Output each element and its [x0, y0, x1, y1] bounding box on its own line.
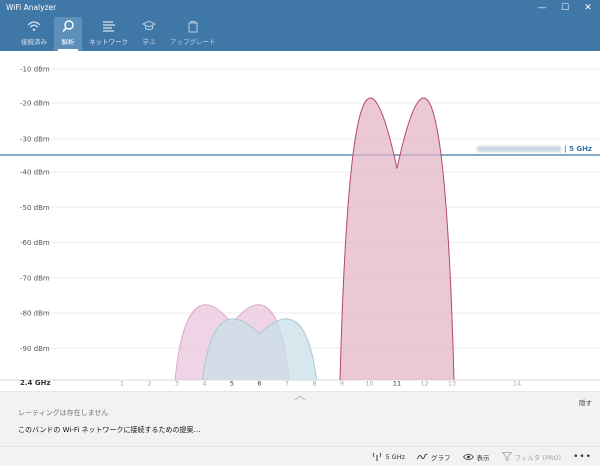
band-5ghz-text: | 5 GHz	[564, 145, 592, 153]
y-tick-label: -60 dBm	[20, 239, 50, 247]
x-tick-label: 2	[147, 380, 151, 388]
x-tick-label: 10	[365, 380, 373, 388]
search-icon	[61, 17, 75, 35]
nav-bar: 接続済み 解析 ネットワーク 学ぶ アップグレード	[14, 17, 223, 51]
filter-icon	[501, 452, 512, 461]
blurred-network-name	[477, 146, 562, 152]
upgrade-icon	[187, 17, 199, 35]
y-tick-label: -10 dBm	[20, 66, 50, 74]
tab-learn[interactable]: 学ぶ	[135, 17, 163, 51]
view-button[interactable]: 表示	[462, 452, 490, 462]
signal-chart: -10 dBm -20 dBm -30 dBm -40 dBm -50 dBm -60 d…	[0, 51, 600, 391]
tab-connected[interactable]: 接続済み	[14, 17, 54, 51]
tab-label: 接続済み	[21, 38, 47, 46]
graph-label: グラフ	[431, 453, 451, 462]
y-tick-label: -40 dBm	[20, 169, 50, 177]
chevron-up-icon[interactable]	[294, 394, 306, 402]
minimize-button[interactable]: —	[532, 0, 552, 15]
tab-label: 学ぶ	[142, 38, 156, 46]
x-tick-label: 8	[312, 380, 316, 388]
list-icon	[102, 17, 116, 35]
suggestion-link[interactable]: このバンドの Wi-Fi ネットワークに接続するための提案…	[18, 425, 201, 435]
x-tick-label: 11	[393, 380, 401, 388]
tab-networks[interactable]: ネットワーク	[82, 17, 135, 51]
eye-icon	[462, 453, 474, 460]
y-tick-label: -50 dBm	[20, 204, 50, 212]
band-5ghz-label: | 5 GHz	[477, 145, 592, 153]
tab-label: ネットワーク	[89, 38, 128, 46]
x-tick-label: 7	[285, 380, 289, 388]
command-bar: 5 GHz グラフ 表示 フィルタ (PRO) •••	[0, 446, 600, 466]
signal-curve-channel-11[interactable]	[339, 97, 455, 381]
maximize-button[interactable]: ☐	[555, 0, 575, 15]
x-tick-label: 9	[340, 380, 344, 388]
x-tick-label: 3	[175, 380, 179, 388]
band-toggle-label: 5 GHz	[385, 452, 405, 461]
tab-label: アップグレード	[170, 38, 216, 46]
x-tick-label: 12	[420, 380, 428, 388]
rating-text: レーティングは存在しません	[18, 409, 109, 417]
x-tick-label: 1	[120, 380, 124, 388]
graph-button[interactable]: グラフ	[417, 452, 451, 462]
tab-upgrade[interactable]: アップグレード	[163, 17, 223, 51]
y-tick-label: -30 dBm	[20, 136, 50, 144]
channel-graph: -10 dBm -20 dBm -30 dBm -40 dBm -50 dBm -60 d…	[0, 66, 600, 388]
y-tick-label: -90 dBm	[20, 345, 50, 353]
y-tick-label: -70 dBm	[20, 274, 50, 282]
band-toggle-button[interactable]: 5 GHz	[372, 452, 405, 461]
more-options-button[interactable]: •••	[573, 452, 592, 462]
y-tick-label: -80 dBm	[20, 310, 50, 318]
x-tick-label: 13	[448, 380, 456, 388]
x-tick-label: 4	[202, 380, 206, 388]
x-tick-label: 6	[257, 380, 261, 388]
x-tick-label: 14	[513, 380, 521, 388]
filter-label: フィルタ (PRO)	[514, 453, 562, 462]
close-button[interactable]: ✕	[578, 0, 598, 15]
tab-label: 解析	[61, 38, 75, 46]
wifi-icon	[27, 17, 41, 35]
app-title: WiFi Analyzer	[6, 3, 57, 12]
filter-button[interactable]: フィルタ (PRO)	[501, 452, 562, 462]
title-bar: WiFi Analyzer — ☐ ✕	[0, 0, 600, 15]
antenna-icon	[373, 452, 382, 461]
graph-icon	[417, 453, 428, 459]
tab-analyze[interactable]: 解析	[54, 17, 82, 51]
graduation-cap-icon	[142, 17, 156, 35]
info-panel: 隠す レーティングは存在しません このバンドの Wi-Fi ネットワークに接続す…	[0, 391, 600, 446]
band-24ghz-label: 2.4 GHz	[20, 379, 51, 387]
view-label: 表示	[476, 453, 490, 462]
hide-button[interactable]: 隠す	[579, 397, 592, 407]
y-tick-label: -20 dBm	[20, 100, 50, 108]
x-tick-label: 5	[230, 380, 234, 388]
app-header: WiFi Analyzer — ☐ ✕ 接続済み 解析 ネットワーク 学ぶ アッ…	[0, 0, 600, 51]
